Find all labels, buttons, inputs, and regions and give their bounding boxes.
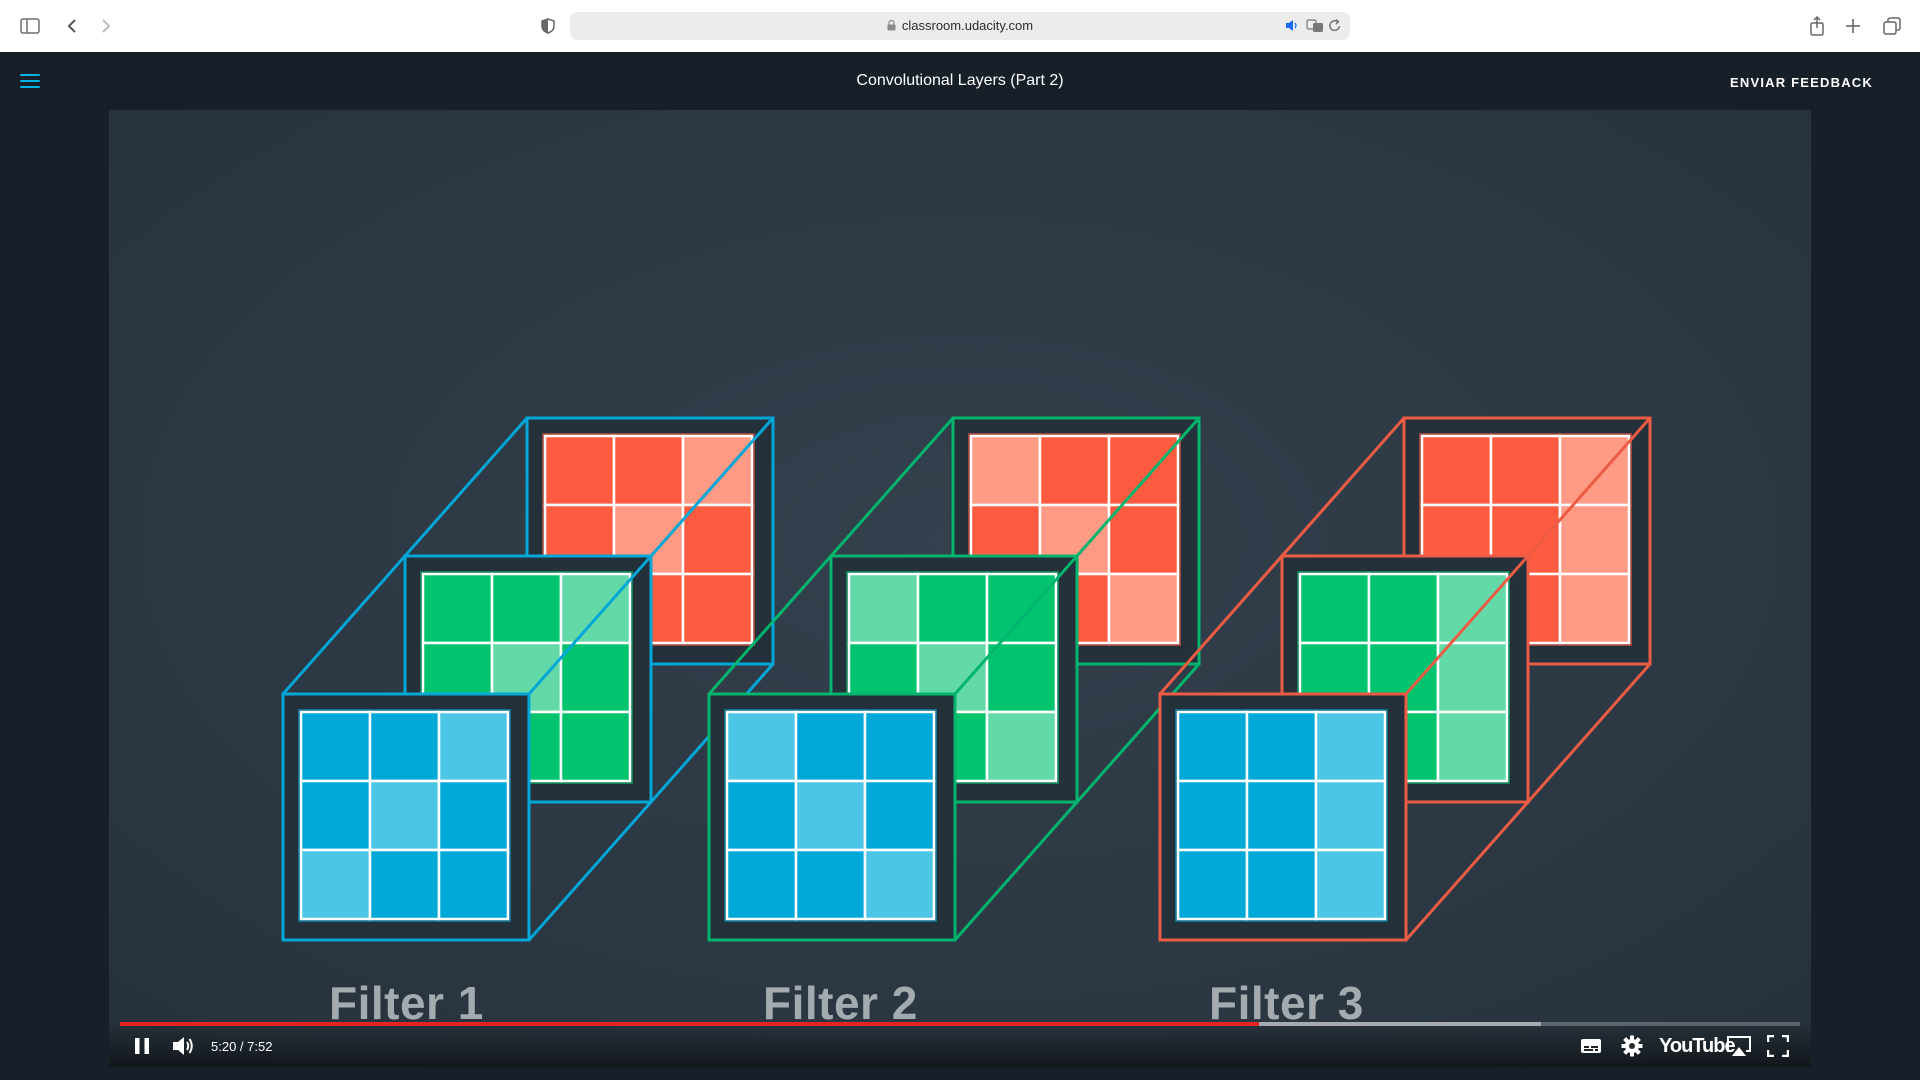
fullscreen-icon[interactable]: [1766, 1034, 1790, 1058]
kernel-cell: [299, 710, 372, 783]
kernel-cell: [681, 572, 754, 645]
subtitles-icon[interactable]: [1579, 1035, 1603, 1057]
privacy-shield-icon[interactable]: [536, 14, 560, 38]
kernel-cell: [1367, 572, 1440, 645]
kernel-cell: [1314, 779, 1387, 852]
kernel-cell: [1489, 434, 1562, 507]
progress-bar[interactable]: [120, 1022, 1800, 1026]
kernel-cell: [559, 641, 632, 714]
sidebar-toggle-icon[interactable]: [18, 14, 42, 38]
kernel-cell: [1176, 848, 1249, 921]
tab-overview-icon[interactable]: [1880, 14, 1904, 38]
kernel-cell: [1558, 503, 1631, 576]
filter-2-blue-channel: [707, 692, 957, 942]
url-text: classroom.udacity.com: [901, 18, 1034, 33]
filter-3-blue-channel: [1158, 692, 1408, 942]
kernel-cell: [1038, 434, 1111, 507]
kernel-cell: [368, 710, 441, 783]
kernel-cell: [437, 710, 510, 783]
kernel-cell: [985, 641, 1058, 714]
kernel-cell: [490, 572, 563, 645]
kernel-cell: [863, 848, 936, 921]
kernel-cell: [612, 434, 685, 507]
kernel-cell: [1420, 434, 1493, 507]
send-feedback-button[interactable]: ENVIAR FEEDBACK: [1730, 75, 1873, 90]
kernel-cell: [299, 779, 372, 852]
kernel-cell: [725, 779, 798, 852]
kernel-cell: [437, 848, 510, 921]
translate-icon[interactable]: [1306, 19, 1324, 38]
kernel-cell: [1558, 572, 1631, 645]
kernel-cell: [681, 434, 754, 507]
browser-toolbar: classroom.udacity.com: [0, 0, 1920, 53]
kernel-cell: [1298, 572, 1371, 645]
kernel-cell: [1314, 848, 1387, 921]
kernel-cell: [847, 572, 920, 645]
kernel-cell: [725, 848, 798, 921]
kernel-cell: [1245, 710, 1318, 783]
kernel-cell: [985, 572, 1058, 645]
kernel-cell: [863, 710, 936, 783]
kernel-cell: [1436, 641, 1509, 714]
kernel-cell: [1245, 848, 1318, 921]
kernel-cell: [1436, 710, 1509, 783]
kernel-cell: [969, 434, 1042, 507]
right-gutter: [1811, 110, 1920, 1080]
volume-icon[interactable]: [170, 1034, 196, 1058]
kernel-cell: [543, 434, 616, 507]
kernel-cell: [725, 710, 798, 783]
page-title: Convolutional Layers (Part 2): [856, 72, 1064, 89]
kernel-cell: [1107, 572, 1180, 645]
left-gutter: [0, 110, 109, 1080]
share-icon[interactable]: [1805, 14, 1829, 38]
youtube-logo[interactable]: YouTube: [1659, 1035, 1736, 1058]
audio-playing-icon[interactable]: [1285, 19, 1299, 37]
kernel-cell: [794, 848, 867, 921]
new-tab-icon[interactable]: [1841, 14, 1865, 38]
back-icon[interactable]: [60, 14, 84, 38]
kernel-cell: [1107, 503, 1180, 576]
lock-icon: [887, 19, 896, 34]
time-display: 5:20 / 7:52: [211, 1039, 273, 1054]
player-controls-bar: [109, 1024, 1811, 1067]
kernel-cell: [1558, 434, 1631, 507]
classroom-header: Convolutional Layers (Part 2) ENVIAR FEE…: [0, 52, 1920, 110]
kernel-cell: [1245, 779, 1318, 852]
kernel-cell: [559, 710, 632, 783]
kernel-cell: [916, 572, 989, 645]
kernel-cell: [1436, 572, 1509, 645]
convolution-filters-illustration: [109, 110, 1811, 1067]
address-bar[interactable]: classroom.udacity.com: [570, 12, 1350, 40]
played-progress: [120, 1022, 1260, 1026]
kernel-cell: [299, 848, 372, 921]
pause-icon[interactable]: [132, 1035, 152, 1057]
settings-gear-icon[interactable]: [1620, 1034, 1644, 1058]
video-player[interactable]: Filter 1 Filter 2 Filter 3 5:20 / 7:52 Y…: [109, 110, 1811, 1067]
reload-icon[interactable]: [1328, 18, 1342, 38]
kernel-cell: [368, 779, 441, 852]
kernel-cell: [559, 572, 632, 645]
forward-icon[interactable]: [94, 14, 118, 38]
kernel-cell: [1314, 710, 1387, 783]
kernel-cell: [437, 779, 510, 852]
kernel-cell: [1176, 779, 1249, 852]
kernel-cell: [681, 503, 754, 576]
kernel-cell: [368, 848, 441, 921]
kernel-cell: [863, 779, 936, 852]
airplay-icon[interactable]: [1725, 1034, 1753, 1058]
kernel-cell: [985, 710, 1058, 783]
kernel-cell: [794, 710, 867, 783]
kernel-cell: [794, 779, 867, 852]
kernel-cell: [1176, 710, 1249, 783]
filter-1-blue-channel: [281, 692, 531, 942]
kernel-cell: [421, 572, 494, 645]
kernel-cell: [1107, 434, 1180, 507]
